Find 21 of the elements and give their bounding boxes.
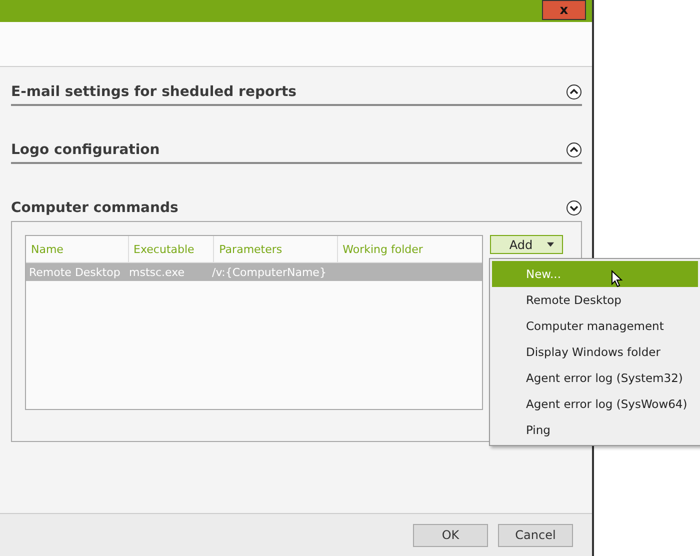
section-title: Computer commands [11,200,178,216]
cursor-icon [611,270,623,288]
section-title: Logo configuration [11,142,160,158]
collapse-icon[interactable] [566,200,582,216]
section-title: E-mail settings for sheduled reports [11,84,297,100]
add-button[interactable]: Add [490,235,563,254]
menu-item[interactable]: Agent error log (System32) [492,365,698,391]
menu-item[interactable]: Ping [492,417,698,443]
cancel-button[interactable]: Cancel [498,524,573,546]
ok-button[interactable]: OK [413,524,488,546]
menu-item[interactable]: Remote Desktop [492,287,698,313]
caret-icon [546,242,554,247]
close-button[interactable]: x [542,0,586,20]
menu-item[interactable]: Display Windows folder [492,339,698,365]
menu-item[interactable]: Agent error log (SysWow64) [492,391,698,417]
expand-icon[interactable] [566,142,582,158]
table-cell-text: mstsc.exe [128,266,186,278]
expand-icon[interactable] [566,84,582,100]
table-cell-text: Remote Desktop [28,266,122,278]
menu-item[interactable]: Computer management [492,313,698,339]
table-cell-text: /v:{ComputerName} [211,266,328,278]
